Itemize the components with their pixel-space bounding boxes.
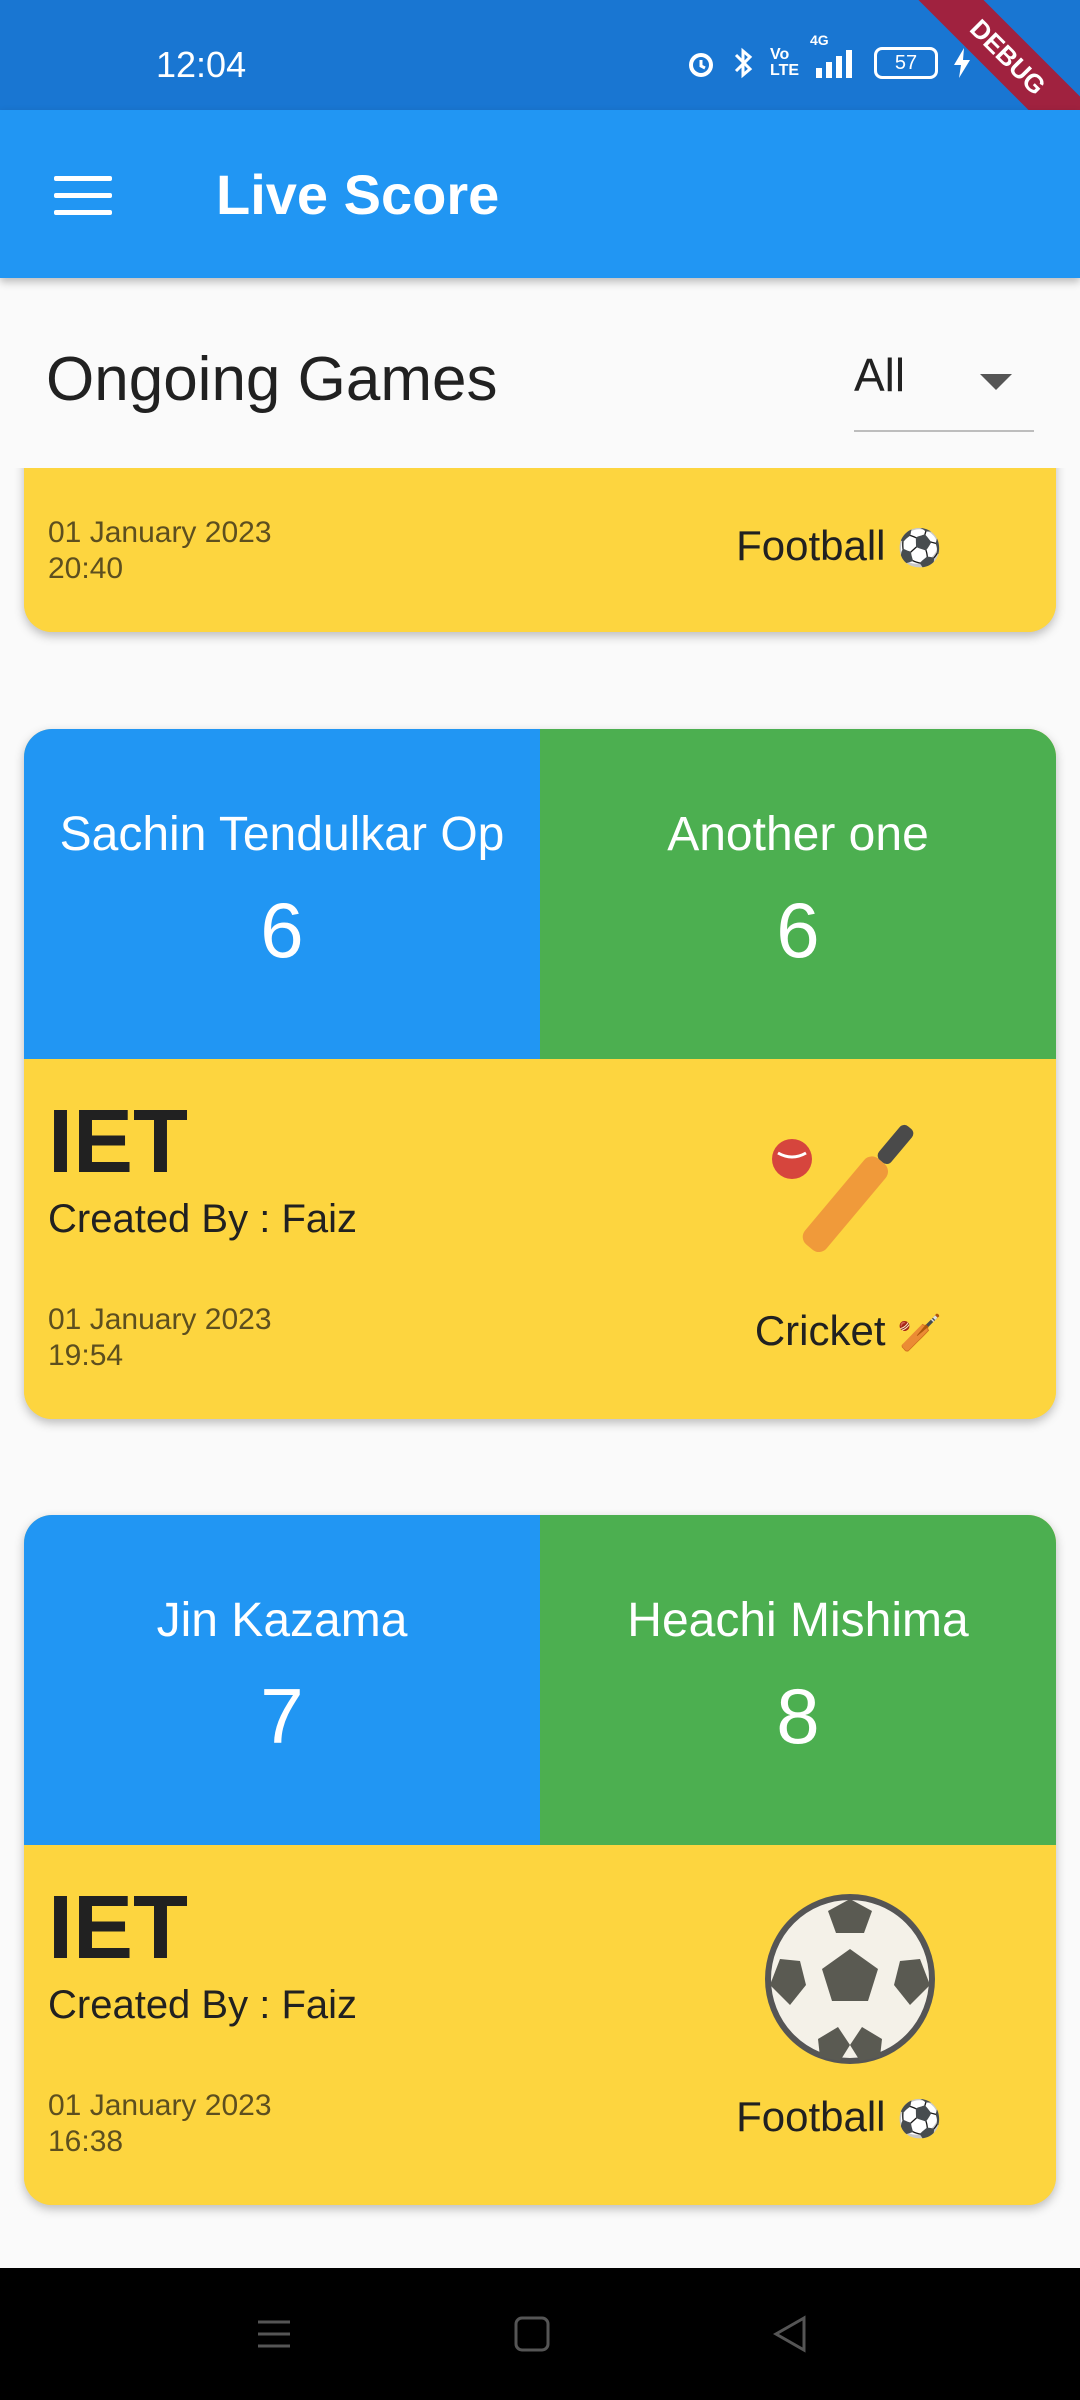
back-button[interactable] — [760, 2308, 820, 2360]
sport-label: Cricket 🏏 — [755, 1307, 942, 1355]
app-title: Live Score — [216, 163, 500, 226]
sport-name: Cricket — [754, 1307, 886, 1354]
games-header: Ongoing Games All — [0, 278, 1080, 468]
cricket-emoji-icon: 🏏 — [897, 1312, 942, 1353]
team-b-name: Another one — [667, 808, 929, 861]
cricket-bat-ball-icon — [772, 1124, 914, 1253]
created-by: Created By : Faiz — [48, 1983, 358, 2027]
football-emoji-icon: ⚽ — [897, 527, 942, 568]
alarm-icon — [684, 46, 718, 80]
menu-icon[interactable] — [54, 176, 112, 216]
team-a-panel: Sachin Tendulkar Op 6 — [24, 729, 540, 1059]
team-a-score: 7 — [260, 1672, 304, 1760]
game-name: IET — [48, 1878, 189, 1978]
status-time: 12:04 — [156, 44, 247, 85]
game-name: IET — [48, 1092, 189, 1192]
game-date: 01 January 2023 — [48, 1303, 272, 1336]
network-type-label: 4G — [810, 32, 829, 48]
home-button[interactable] — [502, 2308, 562, 2360]
team-a-name: Jin Kazama — [156, 1594, 408, 1647]
system-nav-bar — [0, 2268, 1080, 2400]
status-bar: 12:04 Vo LTE 4G 57 DEBUG — [0, 0, 1080, 166]
team-b-panel: Heachi Mishima 8 — [540, 1515, 1056, 1845]
team-a-score: 6 — [260, 886, 304, 974]
team-b-panel: Another one 6 — [540, 729, 1056, 1059]
game-time: 19:54 — [48, 1339, 124, 1372]
volte-label: Vo LTE — [770, 46, 800, 79]
football-icon — [765, 1894, 935, 2064]
volte-icon: Vo LTE — [770, 47, 800, 79]
sport-name: Football — [736, 522, 886, 569]
sport-name: Football — [736, 2093, 886, 2140]
game-time: 16:38 — [48, 2125, 124, 2158]
bluetooth-icon — [732, 46, 756, 80]
sport-label: Football ⚽ — [736, 2093, 942, 2141]
app-bar: Live Score — [0, 110, 1080, 278]
battery-icon: 57 — [874, 47, 938, 79]
team-b-score: 6 — [776, 886, 820, 974]
dropdown-arrow-icon — [980, 374, 1012, 390]
sport-label: Football ⚽ — [736, 522, 942, 570]
signal-icon: 4G — [810, 32, 860, 80]
page-title: Ongoing Games — [46, 345, 498, 414]
football-emoji-icon: ⚽ — [897, 2098, 942, 2139]
filter-value: All — [854, 349, 906, 401]
game-card[interactable]: Sachin Tendulkar Op 6 Another one 6 IET … — [24, 729, 1056, 1419]
sport-filter-dropdown[interactable]: All — [854, 348, 1034, 432]
team-a-panel: Jin Kazama 7 — [24, 1515, 540, 1845]
team-b-name: Heachi Mishima — [627, 1594, 969, 1647]
game-time: 20:40 — [48, 552, 124, 585]
game-date: 01 January 2023 — [48, 516, 272, 549]
status-icons: Vo LTE 4G 57 — [684, 32, 972, 80]
game-date: 01 January 2023 — [48, 2089, 272, 2122]
team-b-score: 8 — [776, 1672, 820, 1760]
team-a-name: Sachin Tendulkar Op — [59, 808, 505, 861]
created-by: Created By : Faiz — [48, 1197, 358, 1241]
recent-apps-button[interactable] — [244, 2308, 304, 2360]
game-card[interactable]: Jin Kazama 7 Heachi Mishima 8 IET Create… — [24, 1515, 1056, 2205]
